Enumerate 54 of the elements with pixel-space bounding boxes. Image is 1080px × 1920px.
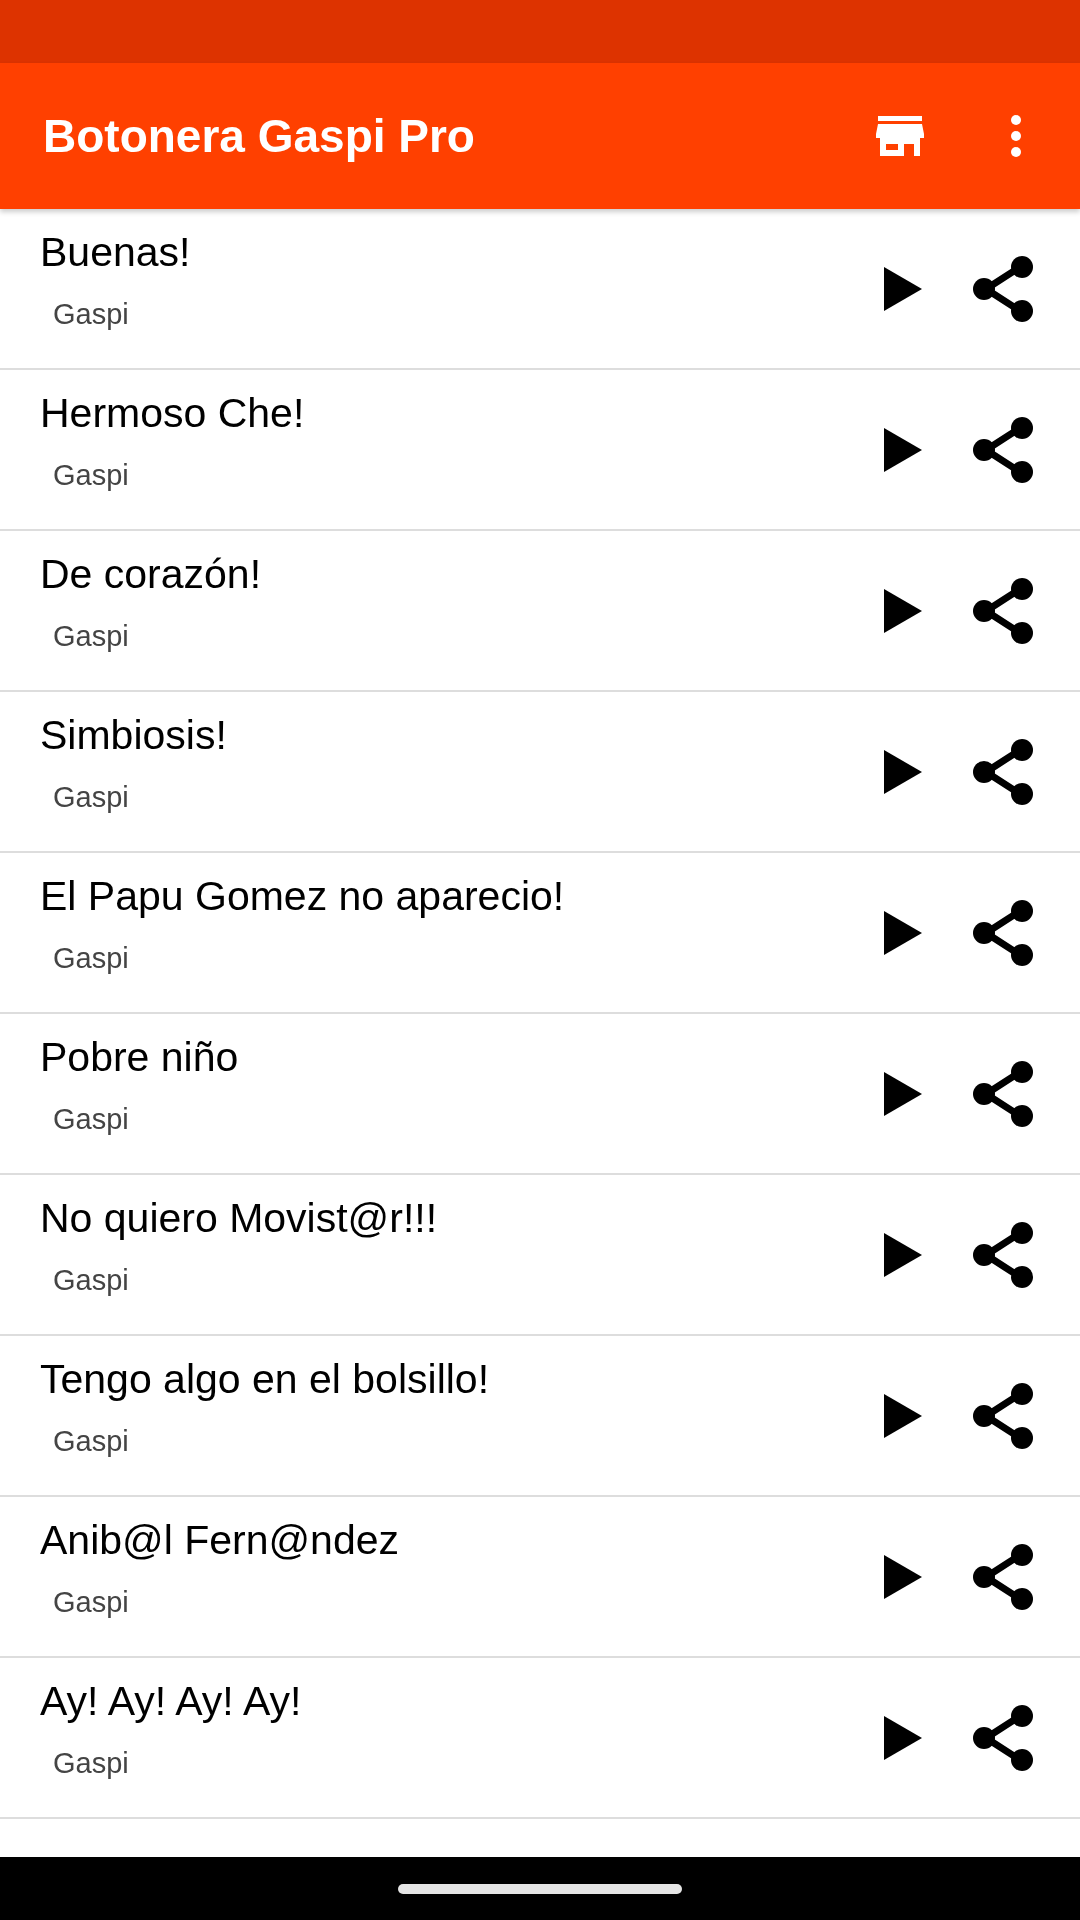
sound-list-item[interactable]: Pobre niño Gaspi: [0, 1014, 1080, 1175]
play-icon[interactable]: [884, 749, 922, 794]
sound-list-item[interactable]: Hermoso Che! Gaspi: [0, 370, 1080, 531]
share-icon[interactable]: [972, 738, 1034, 805]
app-title: Botonera Gaspi Pro: [43, 109, 476, 163]
play-icon[interactable]: [884, 266, 922, 311]
share-icon[interactable]: [972, 1382, 1034, 1449]
play-icon[interactable]: [884, 1071, 922, 1116]
sound-author: Gaspi: [53, 1747, 130, 1780]
sound-author: Gaspi: [53, 459, 130, 492]
sound-list-item[interactable]: De corazón! Gaspi: [0, 531, 1080, 692]
sound-author: Gaspi: [53, 1425, 130, 1458]
play-icon[interactable]: [884, 1554, 922, 1599]
sound-list-item[interactable]: Tengo algo en el bolsillo! Gaspi: [0, 1336, 1080, 1497]
play-icon[interactable]: [884, 910, 922, 955]
sound-author: Gaspi: [53, 781, 130, 814]
play-icon[interactable]: [884, 1715, 922, 1760]
sound-author: Gaspi: [53, 942, 130, 975]
sound-title: No quiero Movist@r!!!: [40, 1195, 439, 1242]
sound-title: Hermoso Che!: [40, 390, 306, 437]
sound-title: El Papu Gomez no aparecio!: [40, 873, 566, 920]
sound-title: Tengo algo en el bolsillo!: [40, 1356, 491, 1403]
play-icon[interactable]: [884, 427, 922, 472]
sound-title: Pobre niño: [40, 1034, 240, 1081]
sound-title: Buenas!: [40, 229, 192, 276]
share-icon[interactable]: [972, 416, 1034, 483]
share-icon[interactable]: [972, 1221, 1034, 1288]
share-icon[interactable]: [972, 899, 1034, 966]
sound-author: Gaspi: [53, 620, 130, 653]
share-icon[interactable]: [972, 255, 1034, 322]
share-icon[interactable]: [972, 1704, 1034, 1771]
sound-title: De corazón!: [40, 551, 263, 598]
sound-list-item[interactable]: El Papu Gomez no aparecio! Gaspi: [0, 853, 1080, 1014]
sound-list-item[interactable]: No quiero Movist@r!!! Gaspi: [0, 1175, 1080, 1336]
share-icon[interactable]: [972, 1060, 1034, 1127]
sound-author: Gaspi: [53, 1586, 130, 1619]
more-icon[interactable]: [1010, 114, 1022, 158]
sound-list-item[interactable]: Anib@l Fern@ndez Gaspi: [0, 1497, 1080, 1658]
sound-author: Gaspi: [53, 298, 130, 331]
share-icon[interactable]: [972, 1543, 1034, 1610]
home-handle[interactable]: [398, 1883, 682, 1894]
sound-list-item[interactable]: Ay! Ay! Ay! Ay! Gaspi: [0, 1658, 1080, 1819]
play-icon[interactable]: [884, 1232, 922, 1277]
sound-author: Gaspi: [53, 1103, 130, 1136]
share-icon[interactable]: [972, 577, 1034, 644]
sound-list-item[interactable]: Simbiosis! Gaspi: [0, 692, 1080, 853]
sound-list-item[interactable]: Buenas! Gaspi: [0, 209, 1080, 370]
play-icon[interactable]: [884, 588, 922, 633]
store-icon[interactable]: [876, 116, 924, 156]
play-icon[interactable]: [884, 1393, 922, 1438]
sound-author: Gaspi: [53, 1264, 130, 1297]
sound-title: Ay! Ay! Ay! Ay!: [40, 1678, 303, 1725]
sound-title: Simbiosis!: [40, 712, 228, 759]
sound-title: Anib@l Fern@ndez: [40, 1517, 400, 1564]
